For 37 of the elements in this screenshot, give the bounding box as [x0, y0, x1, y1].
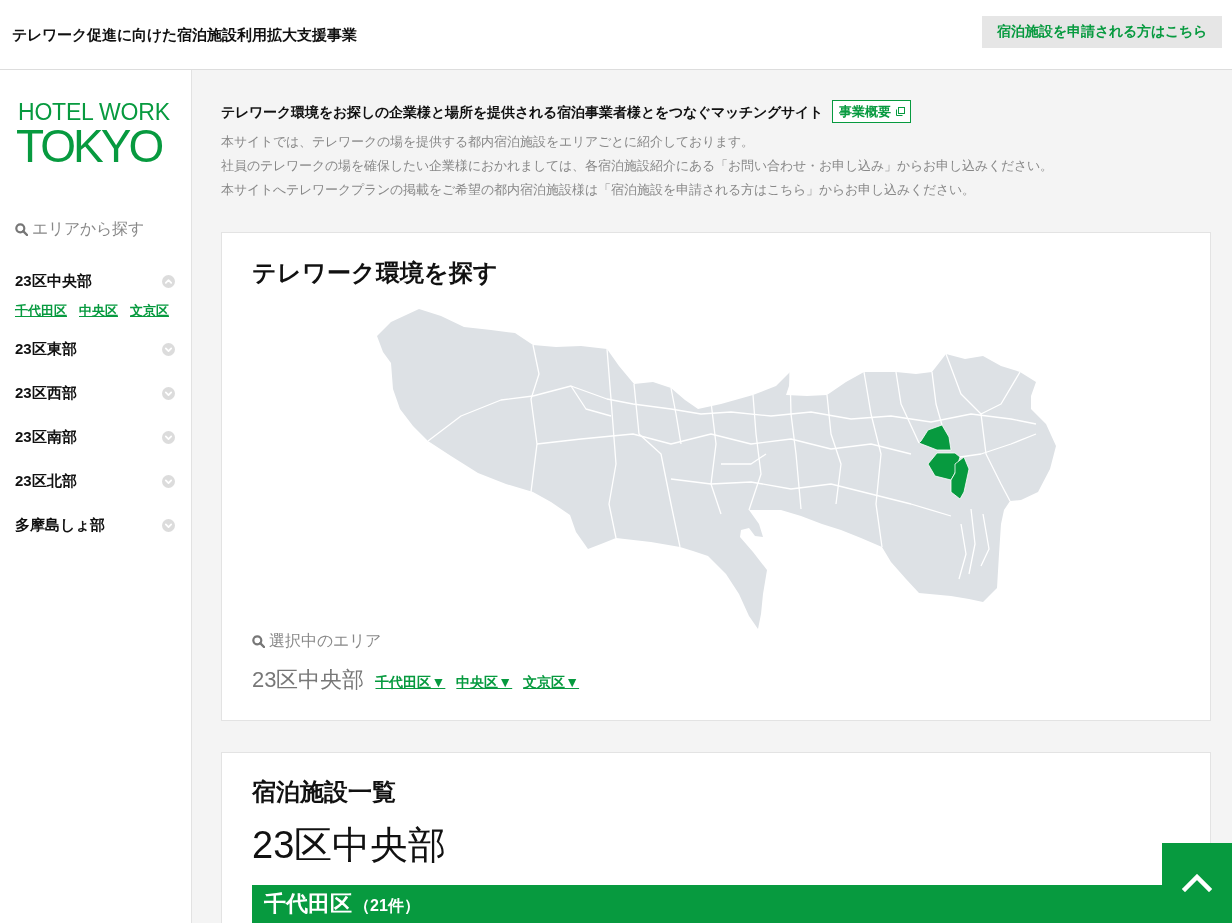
ward-link[interactable]: 文京区 [130, 303, 169, 319]
selected-area-label: 選択中のエリア [269, 632, 381, 650]
area-accordion-header[interactable]: 23区南部 [15, 415, 175, 459]
ward-link[interactable]: 中央区 [79, 303, 118, 319]
selected-area-name: 23区中央部 [252, 666, 365, 694]
intro-text: 本サイトへテレワークプランの掲載をご希望の都内宿泊施設様は「宿泊施設を申請される方はこちら」からお申し込みください。 [221, 181, 976, 199]
overview-link[interactable]: 事業概要 [832, 100, 911, 123]
ward-dropdown-link[interactable]: 中央区▼ [456, 674, 513, 692]
intro-text: 社員のテレワークの場を確保したい企業様におかれましては、各宿泊施設紹介にある「お問い合わせ・お申し込み」からお申し込みください。 [221, 157, 1054, 175]
area-accordion-header[interactable]: 23区中央部 [15, 259, 175, 303]
ward-dropdown-link[interactable]: 千代田区▼ [375, 674, 446, 692]
back-to-top-button[interactable] [1162, 843, 1232, 923]
site-title: テレワーク促進に向けた宿泊施設利用拡大支援事業 [12, 24, 357, 45]
search-icon [252, 634, 265, 648]
highlighted-ward[interactable] [927, 452, 961, 481]
intro-text: 本サイトでは、テレワークの場を提供する都内宿泊施設をエリアごとに紹介しております。 [221, 133, 755, 151]
card-title: テレワーク環境を探す [252, 260, 499, 286]
logo-text: HOTEL WORK [18, 100, 170, 124]
apply-link[interactable]: 宿泊施設を申請される方はこちら [982, 15, 1222, 48]
area-accordion-header[interactable]: 多摩島しょ部 [15, 503, 175, 547]
listing-count: （21件） [354, 896, 420, 916]
ward-link[interactable]: 千代田区 [15, 303, 67, 319]
ward-dropdown-link[interactable]: 文京区▼ [523, 674, 580, 692]
logo-text: TOKYO [16, 124, 162, 168]
area-accordion-header[interactable]: 23区北部 [15, 459, 175, 503]
intro-heading: テレワーク環境をお探しの企業様と場所を提供される宿泊事業者様とをつなぐマッチングサイト [221, 102, 823, 122]
card-title: 宿泊施設一覧 [252, 779, 397, 805]
search-heading: エリアから探す [32, 220, 144, 238]
highlighted-ward[interactable] [950, 456, 970, 500]
highlighted-ward[interactable] [918, 424, 952, 451]
area-heading: 23区中央部 [252, 823, 448, 867]
ward-name: 千代田区 [264, 891, 352, 917]
search-icon [15, 222, 28, 236]
area-accordion-header[interactable]: 23区西部 [15, 371, 175, 415]
chevron-up-icon [1182, 874, 1212, 892]
external-link-icon [896, 107, 905, 116]
area-accordion-header[interactable]: 23区東部 [15, 327, 175, 371]
